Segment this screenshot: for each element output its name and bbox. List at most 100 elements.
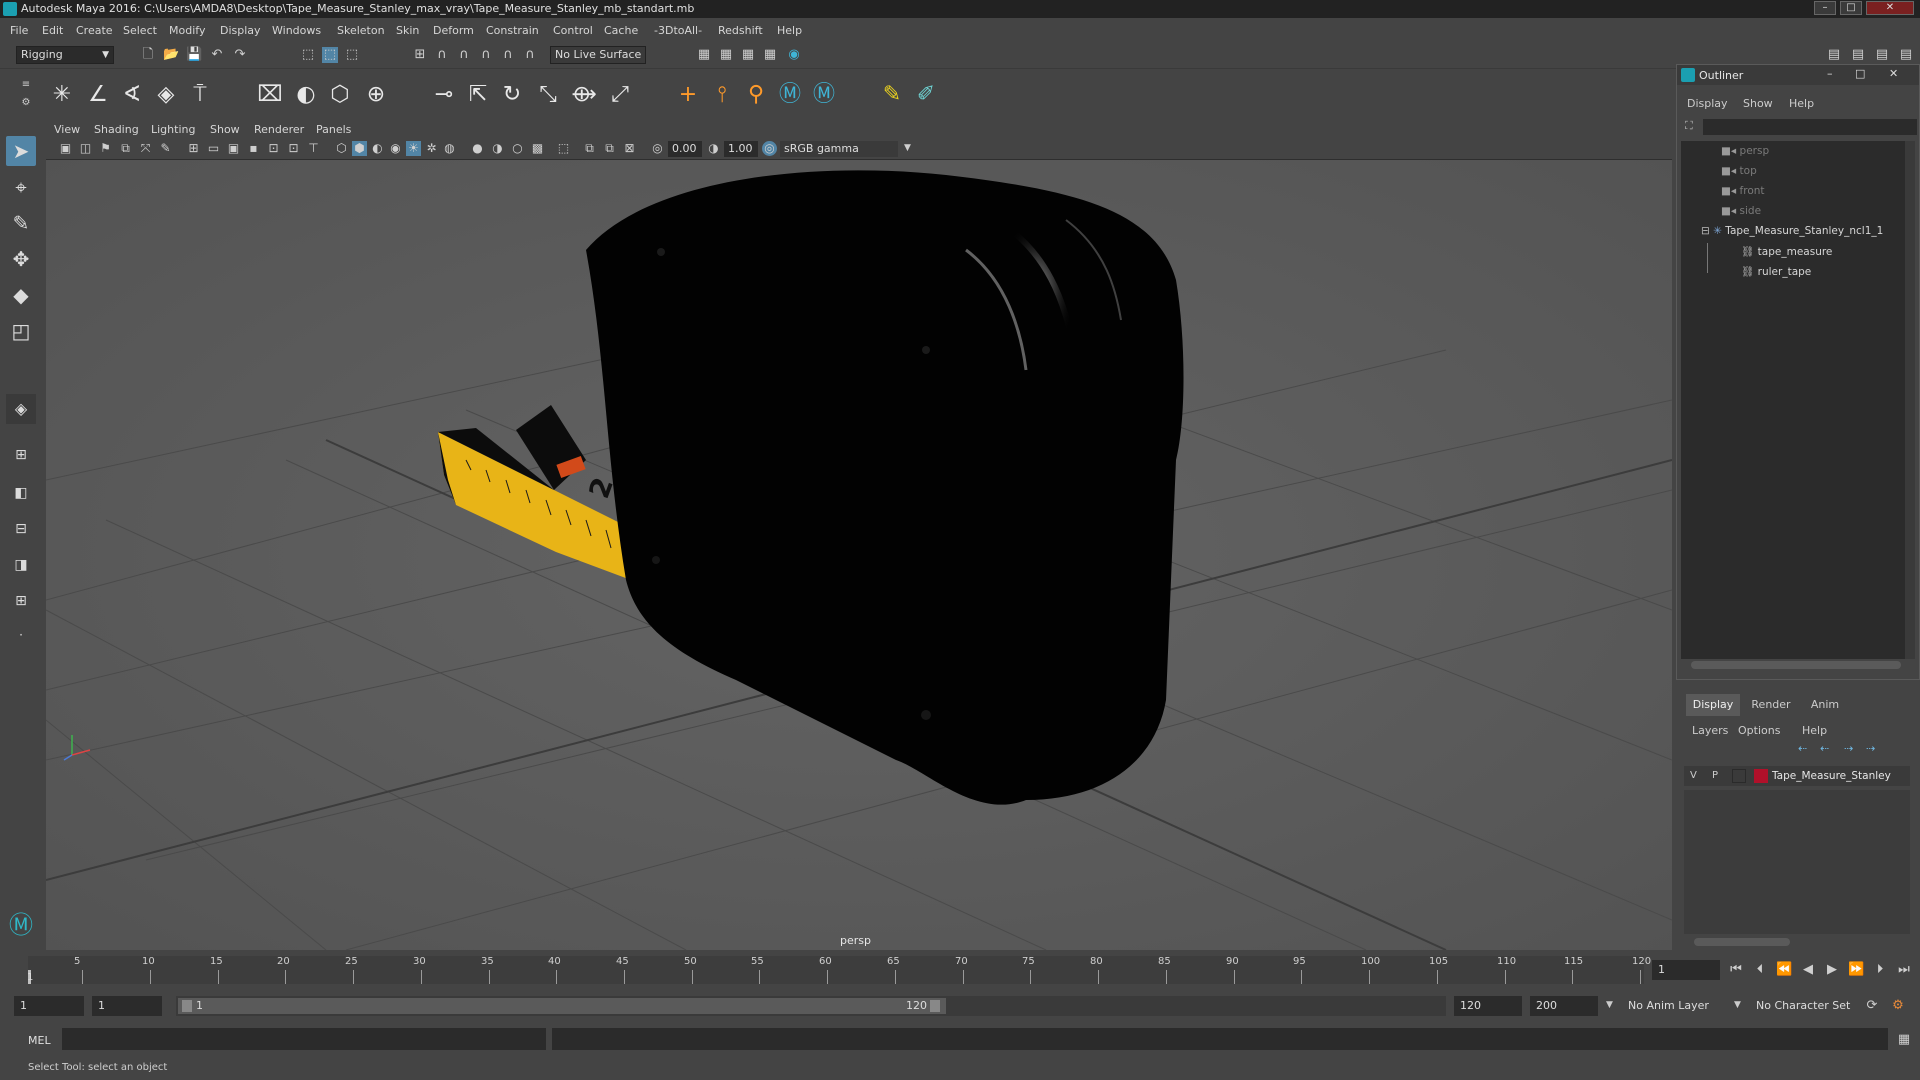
menu-help[interactable]: Help — [777, 24, 802, 37]
pole-vector-icon[interactable]: ⤢ — [606, 81, 634, 109]
image-plane-icon[interactable]: ⧉ — [118, 141, 133, 156]
shelf-settings-icon[interactable]: ⚙ — [18, 95, 34, 111]
range-start-grip[interactable] — [182, 1000, 192, 1012]
bookmark-icon[interactable]: ⚑ — [98, 141, 113, 156]
outliner-item-front[interactable]: ■◂ front — [1721, 185, 1765, 203]
hik-icon[interactable]: ⚲ — [742, 81, 770, 109]
select-tool-icon[interactable]: ➤ — [6, 136, 36, 166]
anti-alias-icon[interactable]: ◑ — [490, 141, 505, 156]
ik-spline-icon[interactable]: ∢ — [118, 81, 146, 109]
orient-joint-icon[interactable]: ⍑ — [186, 81, 214, 109]
collapse-icon[interactable]: ⊟ — [1701, 225, 1713, 237]
command-input[interactable] — [62, 1028, 546, 1050]
close-button[interactable]: ✕ — [1866, 1, 1914, 15]
outliner-item-ruler-tape[interactable]: ⛓ ruler_tape — [1741, 265, 1811, 283]
xray-joints-icon[interactable]: ⧉ — [582, 141, 597, 156]
safe-action-icon[interactable]: ⊡ — [286, 141, 301, 156]
time-slider[interactable]: 5 10 15 20 25 30 35 40 45 50 55 60 65 70 75 80 85 90 95 100… — [0, 952, 1920, 988]
point-constraint-icon[interactable]: ⊸ — [430, 81, 458, 109]
outliner-item-persp[interactable]: ■◂ persp — [1721, 145, 1769, 163]
playback-end-field[interactable]: 120 — [1454, 996, 1522, 1016]
step-forward-key-icon[interactable]: ⏵ — [1872, 962, 1888, 978]
select-hierarchy-icon[interactable]: ⬚ — [300, 47, 316, 63]
xray-icon[interactable]: ▩ — [530, 141, 545, 156]
color-space-dropdown[interactable]: sRGB gamma — [780, 141, 898, 157]
tab-render[interactable]: Render — [1744, 694, 1798, 716]
locator-icon[interactable]: + — [674, 81, 702, 109]
viewport-menu-view[interactable]: View — [54, 123, 80, 136]
isolate-select-icon[interactable]: ⬚ — [556, 141, 571, 156]
paint-select-icon[interactable]: ✎ — [6, 208, 36, 238]
channel-box-icon[interactable]: ▤ — [1898, 47, 1914, 63]
shade-wireframe-icon[interactable]: ◐ — [370, 141, 385, 156]
viewport-menu-renderer[interactable]: Renderer — [254, 123, 304, 136]
outliner-vertical-scrollbar[interactable] — [1905, 141, 1915, 659]
snap-point-icon[interactable]: ∩ — [456, 47, 472, 63]
menu-cache[interactable]: Cache — [604, 24, 638, 37]
paint-tool-icon[interactable]: ✐ — [912, 81, 940, 109]
menu-create[interactable]: Create — [76, 24, 113, 37]
outliner-item-tape-measure[interactable]: ⛓ tape_measure — [1741, 245, 1832, 263]
menu-select[interactable]: Select — [123, 24, 157, 37]
menu-skeleton[interactable]: Skeleton — [337, 24, 385, 37]
chevron-down-icon[interactable]: ▼ — [1734, 1000, 1741, 1010]
character-set-dropdown[interactable]: No Character Set — [1750, 996, 1862, 1016]
viewport-menu-show[interactable]: Show — [210, 123, 240, 136]
outliner-menu-help[interactable]: Help — [1789, 97, 1814, 110]
shadows-icon[interactable]: ✲ — [424, 141, 439, 156]
step-back-key-icon[interactable]: ⏴ — [1752, 962, 1768, 978]
select-component-icon[interactable]: ⬚ — [344, 47, 360, 63]
exposure-field[interactable]: 0.00 — [668, 141, 702, 157]
filter-icon[interactable]: ⛶ — [1685, 119, 1699, 133]
minimize-button[interactable]: – — [1814, 1, 1836, 15]
parent-constraint-icon[interactable]: ⟴ — [570, 81, 598, 109]
tool-settings-icon[interactable]: ▤ — [1874, 47, 1890, 63]
open-scene-icon[interactable]: 📂 — [163, 47, 179, 63]
viewport-menu-lighting[interactable]: Lighting — [151, 123, 195, 136]
minimize-icon[interactable]: – — [1827, 67, 1833, 80]
new-scene-icon[interactable]: 🗋 — [140, 47, 156, 63]
textured-icon[interactable]: ◉ — [388, 141, 403, 156]
gamma-icon[interactable]: ◑ — [706, 141, 721, 156]
attribute-spread-icon[interactable]: ✎ — [878, 81, 906, 109]
playback-start-field[interactable]: 1 — [92, 996, 162, 1016]
2d-pan-icon[interactable]: ⤧ — [138, 141, 153, 156]
safe-title-icon[interactable]: ⊤ — [306, 141, 321, 156]
tab-anim[interactable]: Anim — [1800, 694, 1850, 716]
persp-outliner-icon[interactable]: ◧ — [6, 478, 36, 508]
wireframe-icon[interactable]: ⬡ — [334, 141, 349, 156]
range-slider-handle[interactable]: 1 120 — [178, 998, 946, 1014]
lattice-icon[interactable]: ⬡ — [326, 81, 354, 109]
camera-attributes-icon[interactable]: ◫ — [78, 141, 93, 156]
shelf-menu-icon[interactable]: ≡ — [18, 77, 34, 93]
script-editor-icon[interactable]: ▦ — [1896, 1032, 1912, 1048]
outliner-item-side[interactable]: ■◂ side — [1721, 205, 1761, 223]
lasso-tool-icon[interactable]: ⌖ — [6, 172, 36, 202]
layout-layers-icon[interactable]: ⊞ — [6, 586, 36, 616]
menuset-dropdown[interactable]: Rigging ▼ — [16, 46, 114, 64]
field-chart-icon[interactable]: ⊡ — [266, 141, 281, 156]
grid-icon[interactable]: ⊞ — [186, 141, 201, 156]
outliner-menu-show[interactable]: Show — [1743, 97, 1773, 110]
quick-rig-icon[interactable]: Ⓜ — [810, 81, 838, 109]
menu-display[interactable]: Display — [220, 24, 261, 37]
outliner-item-top[interactable]: ■◂ top — [1721, 165, 1757, 183]
layout-more-icon[interactable]: · — [6, 620, 36, 650]
ipr-render-icon[interactable]: ▦ — [740, 47, 756, 63]
move-layer-down-icon[interactable]: ⇠ — [1820, 742, 1829, 755]
new-layer-selected-icon[interactable]: ⇢ — [1866, 742, 1875, 755]
script-language-toggle[interactable]: MEL — [28, 1034, 51, 1047]
cluster-icon[interactable]: ⊕ — [362, 81, 390, 109]
ik-handle-icon[interactable]: ∠ — [84, 81, 112, 109]
close-icon[interactable]: ✕ — [1889, 67, 1898, 80]
xray-active-icon[interactable]: ⧉ — [602, 141, 617, 156]
render-settings-icon[interactable]: ▦ — [762, 47, 778, 63]
menu-control[interactable]: Control — [553, 24, 593, 37]
time-ruler[interactable]: 5 10 15 20 25 30 35 40 45 50 55 60 65 70 75 80 85 90 95 100… — [27, 956, 1651, 984]
scale-tool-icon[interactable]: ◰ — [6, 316, 36, 346]
move-layer-up-icon[interactable]: ⇠ — [1798, 742, 1807, 755]
layer-playback-toggle[interactable]: P — [1712, 770, 1718, 781]
grease-pencil-icon[interactable]: ✎ — [158, 141, 173, 156]
motion-blur-icon[interactable]: ● — [470, 141, 485, 156]
backface-icon[interactable]: ⊠ — [622, 141, 637, 156]
